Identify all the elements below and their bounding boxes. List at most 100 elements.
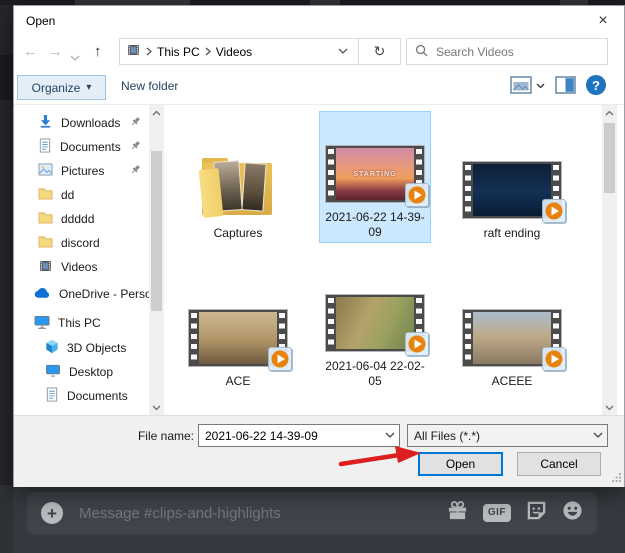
scrollbar-thumb[interactable] [151, 151, 162, 311]
file-name-input[interactable] [205, 429, 381, 443]
cancel-button[interactable]: Cancel [517, 452, 601, 476]
change-view-button[interactable] [510, 76, 545, 94]
breadcrumb-this-pc[interactable]: This PC [157, 45, 200, 59]
resize-grip[interactable] [612, 471, 622, 485]
scroll-up-icon[interactable] [149, 105, 164, 120]
file-name: 2021-06-04 22-02-05 [323, 359, 427, 389]
video-thumbnail [462, 161, 562, 219]
file-item-ace[interactable]: ACE [182, 259, 294, 391]
pin-icon [130, 164, 141, 178]
refresh-button[interactable]: ↻ [359, 38, 401, 65]
sidebar-item-downloads[interactable]: Downloads [14, 111, 149, 135]
discord-chat-area: + Message #clips-and-highlights GIF [13, 487, 625, 553]
file-item-aceee[interactable]: ACEEE [456, 259, 568, 391]
sidebar-scrollbar[interactable] [149, 105, 164, 415]
scroll-up-icon[interactable] [602, 105, 617, 120]
address-dropdown-chevron-icon[interactable] [334, 48, 352, 55]
folder-icon [38, 187, 53, 203]
dialog-body: Downloads Documents Pictures dd [14, 105, 624, 415]
sidebar-item-documents-pc[interactable]: Documents [14, 384, 149, 408]
document-icon [45, 387, 59, 405]
gift-icon[interactable] [447, 500, 468, 526]
file-name: ACE [226, 374, 251, 389]
dialog-title: Open [26, 14, 55, 28]
breadcrumb-chevron-icon[interactable] [146, 47, 152, 56]
attach-plus-icon[interactable]: + [41, 502, 63, 524]
sidebar-item-label: 3D Objects [67, 341, 126, 355]
file-name: 2021-06-22 14-39-09 [323, 210, 427, 240]
videos-location-icon [126, 43, 141, 60]
open-dialog: Open × ← → ↑ This PC Video [13, 5, 625, 487]
sidebar-item-label: OneDrive - Person [59, 287, 149, 301]
chevron-down-icon[interactable] [381, 432, 399, 439]
sidebar-item-pictures[interactable]: Pictures [14, 159, 149, 183]
up-icon[interactable]: ↑ [94, 42, 102, 62]
file-item-captures[interactable]: Captures [182, 111, 294, 243]
breadcrumb-videos[interactable]: Videos [216, 45, 252, 59]
scroll-down-icon[interactable] [149, 400, 164, 415]
navigation-bar: ← → ↑ This PC Videos [14, 36, 624, 70]
sidebar-item-desktop[interactable]: Desktop [14, 360, 149, 384]
close-icon[interactable]: × [590, 10, 616, 32]
chevron-down-icon: ▾ [86, 82, 91, 93]
sidebar-item-videos[interactable]: Videos [14, 255, 149, 279]
sidebar-item-label: Documents [60, 140, 121, 154]
sidebar-item-label: ddddd [61, 212, 94, 226]
recent-locations-chevron-icon[interactable] [70, 48, 80, 68]
folder-icon [38, 235, 53, 251]
organize-button[interactable]: Organize▾ [17, 75, 106, 100]
file-name: raft ending [484, 226, 541, 241]
left-strip-shade [0, 485, 13, 553]
play-overlay-icon [405, 183, 429, 207]
gif-icon[interactable]: GIF [483, 504, 511, 522]
cube-icon [45, 339, 59, 357]
dialog-title-bar: Open × [14, 6, 624, 36]
sidebar-item-documents[interactable]: Documents [14, 135, 149, 159]
sidebar-item-3d-objects[interactable]: 3D Objects [14, 336, 149, 360]
file-name-label: File name: [128, 429, 194, 443]
film-icon [38, 259, 53, 276]
file-item-raft-ending[interactable]: raft ending [456, 111, 568, 243]
file-name-combobox [198, 424, 400, 447]
video-thumbnail: STARTING [325, 145, 425, 203]
chevron-down-icon [589, 432, 607, 439]
file-list-scrollbar[interactable] [602, 105, 617, 415]
sticker-icon[interactable] [526, 500, 547, 526]
scroll-down-icon[interactable] [602, 400, 617, 415]
message-actions: GIF [447, 500, 583, 526]
sidebar-item-label: Pictures [61, 164, 104, 178]
sidebar-item-onedrive[interactable]: OneDrive - Person [14, 282, 149, 306]
video-thumbnail [462, 309, 562, 367]
back-icon[interactable]: ← [23, 42, 38, 62]
search-input[interactable] [436, 45, 599, 59]
file-item-2021-06-22[interactable]: STARTING 2021-06-22 14-39-09 [319, 111, 431, 243]
scrollbar-thumb[interactable] [604, 123, 615, 193]
address-bar[interactable]: This PC Videos [119, 38, 359, 65]
play-overlay-icon [268, 347, 292, 371]
sidebar-item-ddddd[interactable]: ddddd [14, 207, 149, 231]
command-bar: Organize▾ New folder ? [14, 70, 624, 105]
document-icon [38, 138, 52, 156]
play-overlay-icon [542, 347, 566, 371]
sidebar-item-label: Desktop [69, 365, 113, 379]
sidebar-item-label: Downloads [61, 116, 120, 130]
help-icon[interactable]: ? [586, 75, 606, 95]
picture-icon [38, 163, 53, 179]
file-name: ACEEE [492, 374, 533, 389]
thumbnail-caption: STARTING [336, 171, 414, 178]
file-item-2021-06-04[interactable]: 2021-06-04 22-02-05 [319, 259, 431, 391]
video-thumbnail [188, 309, 288, 367]
file-type-select[interactable]: All Files (*.*) [407, 424, 608, 447]
preview-pane-button[interactable] [555, 76, 576, 94]
emoji-icon[interactable] [562, 500, 583, 526]
sidebar-item-discord[interactable]: discord [14, 231, 149, 255]
forward-icon[interactable]: → [48, 42, 63, 62]
breadcrumb-chevron-icon[interactable] [205, 47, 211, 56]
pin-icon [130, 116, 141, 130]
sidebar-item-dd[interactable]: dd [14, 183, 149, 207]
open-button[interactable]: Open [418, 452, 503, 476]
message-input[interactable]: Message #clips-and-highlights [79, 505, 447, 522]
monitor-icon [45, 364, 61, 380]
new-folder-button[interactable]: New folder [121, 79, 178, 93]
sidebar-item-this-pc[interactable]: This PC [14, 311, 149, 335]
